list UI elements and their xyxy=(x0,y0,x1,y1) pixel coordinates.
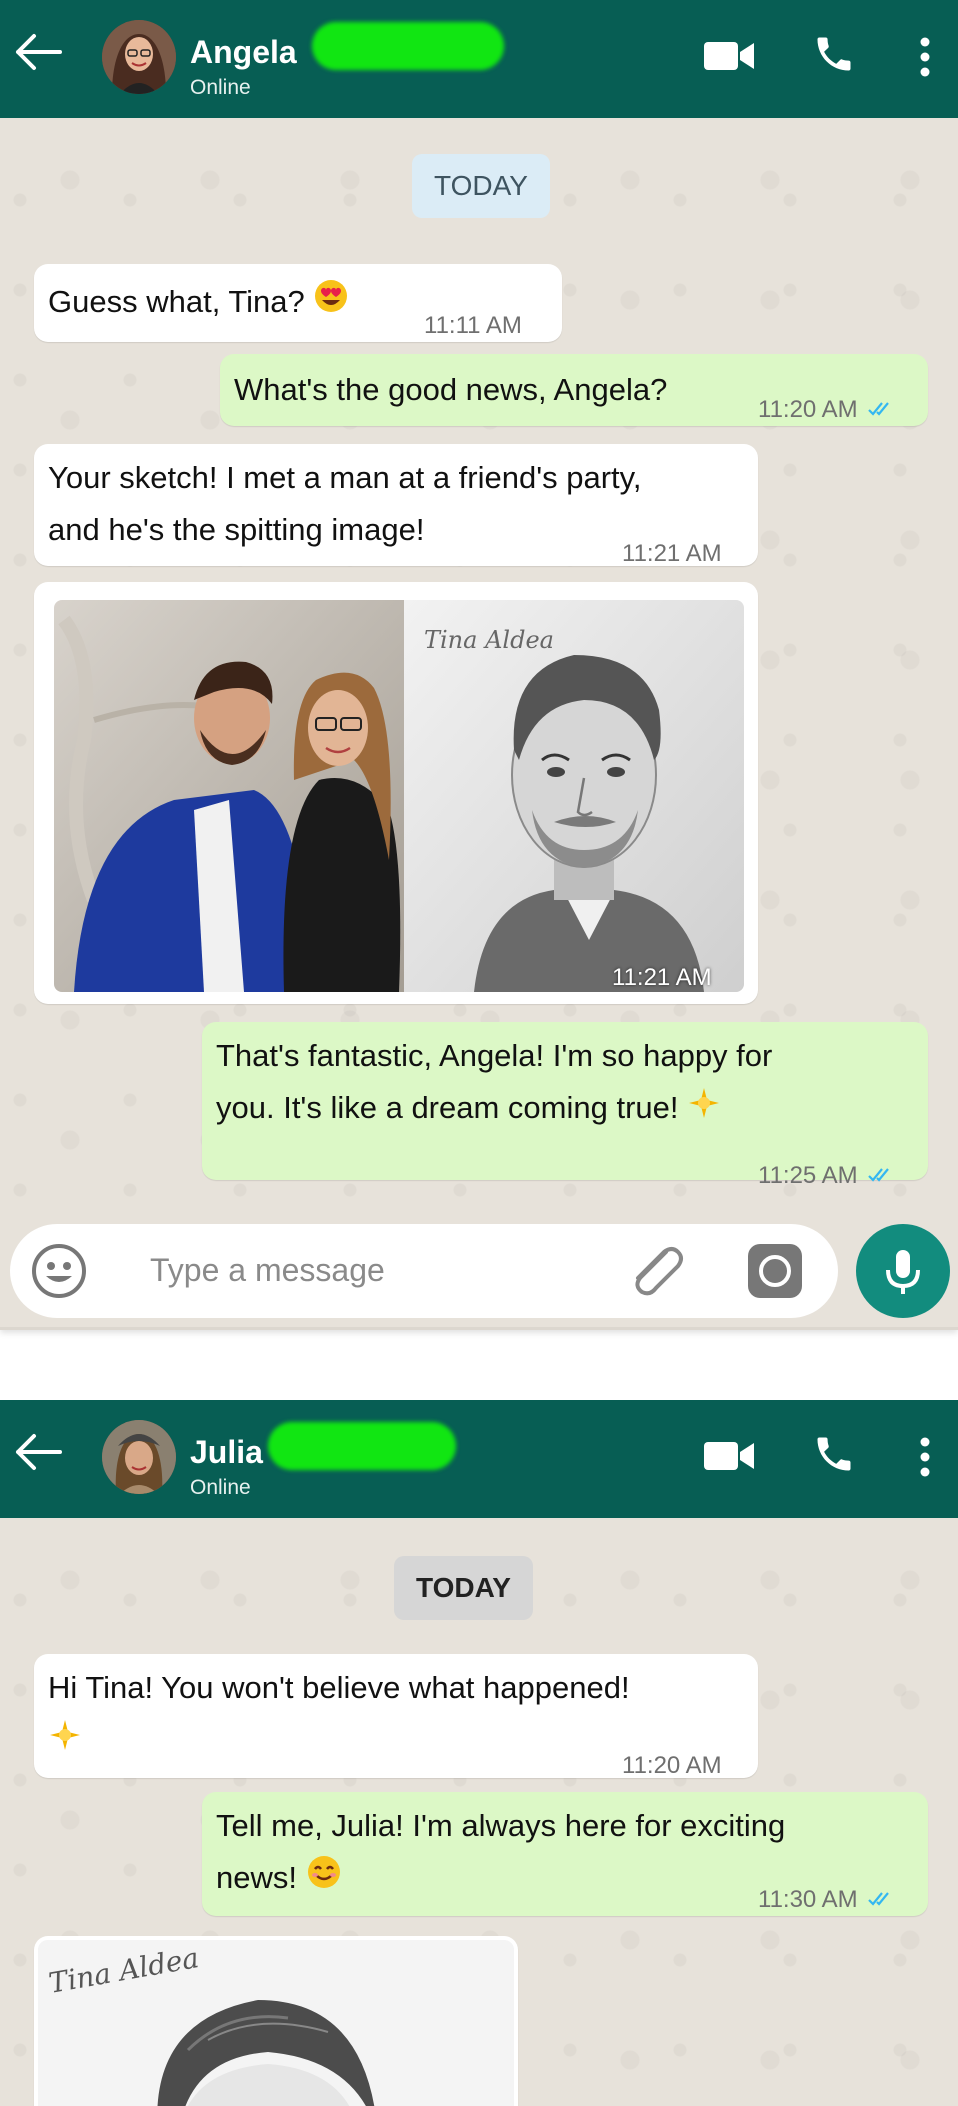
camera-icon[interactable] xyxy=(746,1242,804,1305)
avatar[interactable] xyxy=(102,1420,176,1494)
message-text-line: and he's the spitting image! xyxy=(48,512,425,547)
message-composer[interactable]: Type a message xyxy=(10,1224,838,1318)
message-text-line: you. It's like a dream coming true! xyxy=(216,1090,679,1125)
phone-call-icon[interactable] xyxy=(812,32,856,81)
message-text: Guess what, Tina? xyxy=(48,284,305,319)
contact-name[interactable]: Angela xyxy=(190,34,297,71)
message-text-line: That's fantastic, Angela! I'm so happy f… xyxy=(216,1038,773,1073)
read-ticks-icon xyxy=(868,1151,896,1203)
read-ticks-icon xyxy=(868,1875,896,1927)
incoming-message[interactable]: Your sketch! I met a man at a friend's p… xyxy=(34,444,758,567)
incoming-message[interactable]: Guess what, Tina? 11:11 AM xyxy=(34,264,562,342)
redaction-mark xyxy=(312,22,504,70)
image-message[interactable]: Tina Aldea 11:21 AM xyxy=(34,582,758,1004)
artist-signature: Tina Aldea xyxy=(424,626,554,654)
more-options-icon[interactable] xyxy=(918,1436,932,1483)
message-text-line: Tell me, Julia! I'm always here for exci… xyxy=(216,1808,786,1843)
sparkle-emoji xyxy=(48,1716,82,1768)
contact-status: Online xyxy=(190,1476,251,1499)
attach-icon[interactable] xyxy=(622,1238,686,1307)
back-arrow-icon[interactable] xyxy=(14,32,64,72)
message-text-line: Your sketch! I met a man at a friend's p… xyxy=(48,460,642,495)
avatar[interactable] xyxy=(102,20,176,94)
shared-photo[interactable]: Tina Aldea xyxy=(54,600,744,992)
outgoing-message[interactable]: What's the good news, Angela? 11:20 AM xyxy=(220,354,928,426)
contact-status: Online xyxy=(190,76,251,99)
video-call-icon[interactable] xyxy=(702,38,758,79)
image-message[interactable]: Tina Aldea xyxy=(34,1936,518,2106)
emoji-picker-icon[interactable] xyxy=(30,1242,88,1305)
shared-photo[interactable]: Tina Aldea xyxy=(38,1940,514,2106)
message-time: 11:20 AM xyxy=(758,396,858,423)
heart-eyes-emoji xyxy=(313,278,349,330)
message-time: 11:20 AM xyxy=(622,1752,722,1779)
video-call-icon[interactable] xyxy=(702,1438,758,1479)
message-input[interactable]: Type a message xyxy=(150,1252,385,1289)
message-time: 11:11 AM xyxy=(424,312,522,339)
message-text-line: Hi Tina! You won't believe what happened… xyxy=(48,1670,630,1705)
message-text: What's the good news, Angela? xyxy=(234,372,668,407)
sparkle-emoji xyxy=(687,1084,721,1136)
redaction-mark xyxy=(268,1422,456,1470)
message-time: 11:21 AM xyxy=(622,540,722,567)
message-time: 11:30 AM xyxy=(758,1886,858,1913)
back-arrow-icon[interactable] xyxy=(14,1432,64,1472)
read-ticks-icon xyxy=(868,385,896,437)
phone-call-icon[interactable] xyxy=(812,1432,856,1481)
mic-button[interactable] xyxy=(856,1224,950,1318)
outgoing-message[interactable]: That's fantastic, Angela! I'm so happy f… xyxy=(202,1022,928,1189)
message-time: 11:21 AM xyxy=(612,964,712,991)
chat-screen-angela: Angela Online TODAY Guess what, Tina? 11… xyxy=(0,0,958,1330)
chat-header: Angela Online xyxy=(0,0,958,118)
incoming-message[interactable]: Hi Tina! You won't believe what happened… xyxy=(34,1654,758,1779)
smiling-emoji xyxy=(306,1854,342,1906)
date-divider: TODAY xyxy=(394,1556,533,1620)
more-options-icon[interactable] xyxy=(918,36,932,83)
chat-screen-julia: Julia Online TODAY Hi Tina! You won't be… xyxy=(0,1400,958,2106)
microphone-icon xyxy=(886,1250,920,1294)
chat-header: Julia Online xyxy=(0,1400,958,1518)
contact-name[interactable]: Julia xyxy=(190,1434,263,1471)
message-text-line: news! xyxy=(216,1860,297,1895)
date-divider: TODAY xyxy=(412,154,550,218)
outgoing-message[interactable]: Tell me, Julia! I'm always here for exci… xyxy=(202,1792,928,1916)
message-time: 11:25 AM xyxy=(758,1162,858,1189)
